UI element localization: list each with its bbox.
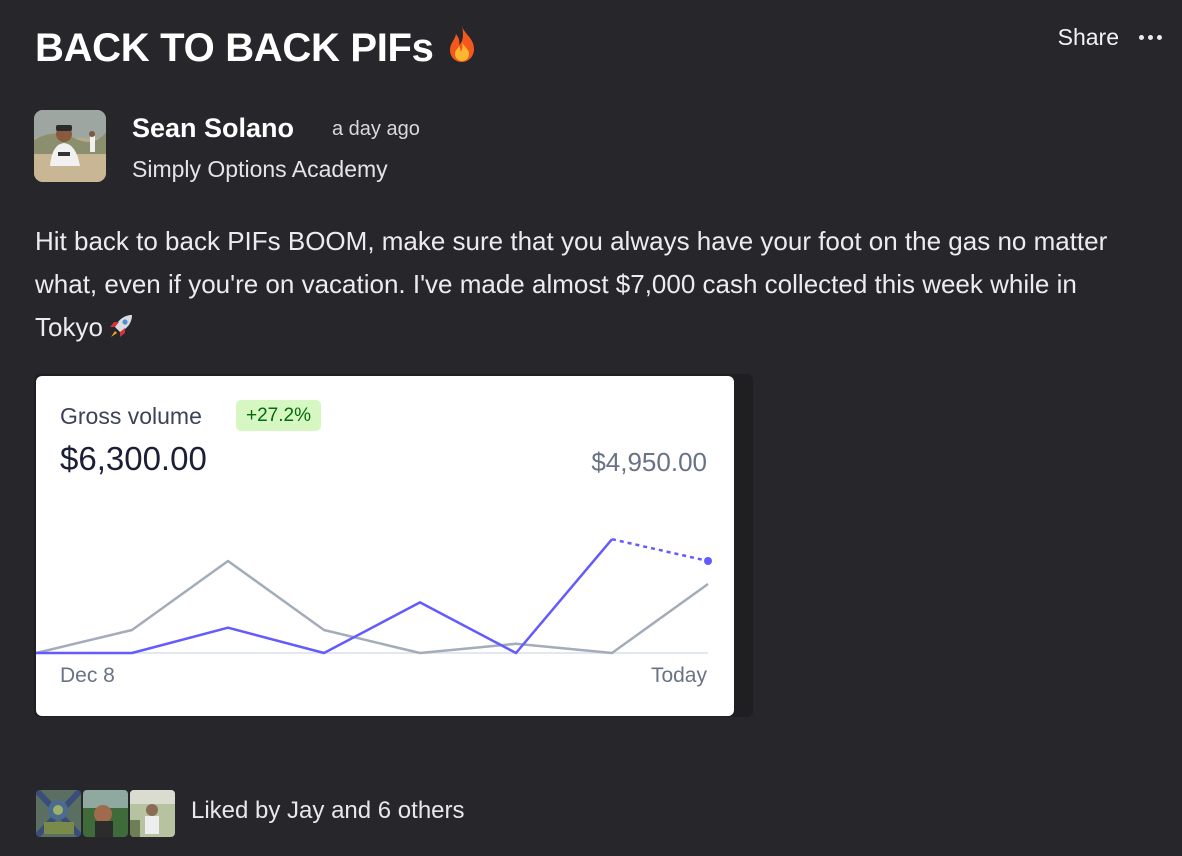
post-title-text: BACK TO BACK PIFs	[35, 26, 434, 70]
line-chart	[36, 537, 712, 655]
author-avatar[interactable]	[34, 110, 106, 182]
previous-period-line	[36, 559, 709, 655]
fire-icon	[442, 24, 482, 77]
likers-avatars[interactable]	[34, 788, 177, 839]
post-body: Hit back to back PIFs BOOM, make sure th…	[35, 220, 1145, 353]
community-name[interactable]: Simply Options Academy	[132, 156, 388, 183]
author-name[interactable]: Sean Solano	[132, 113, 294, 144]
likes-text[interactable]: Liked by Jay and 6 others	[191, 797, 465, 825]
top-actions: Share	[1058, 24, 1162, 51]
more-horizontal-icon[interactable]	[1139, 31, 1162, 44]
share-button[interactable]: Share	[1058, 24, 1119, 51]
post-timestamp: a day ago	[332, 118, 420, 140]
x-axis-start-label: Dec 8	[60, 664, 115, 687]
liker-avatar[interactable]	[81, 788, 130, 839]
current-period-end-point	[704, 557, 712, 565]
current-period-projection-line	[611, 537, 709, 563]
post-body-text: Hit back to back PIFs BOOM, make sure th…	[35, 226, 1108, 342]
post-title: BACK TO BACK PIFs	[35, 22, 482, 77]
current-period-line	[36, 538, 613, 655]
x-axis-end-label: Today	[650, 664, 707, 687]
liker-avatar[interactable]	[34, 788, 83, 839]
gross-volume-chart[interactable]: Gross volume +27.2% $6,300.00 $4,950.00 …	[36, 376, 734, 716]
liker-avatar[interactable]	[128, 788, 177, 839]
rocket-icon	[107, 310, 135, 353]
